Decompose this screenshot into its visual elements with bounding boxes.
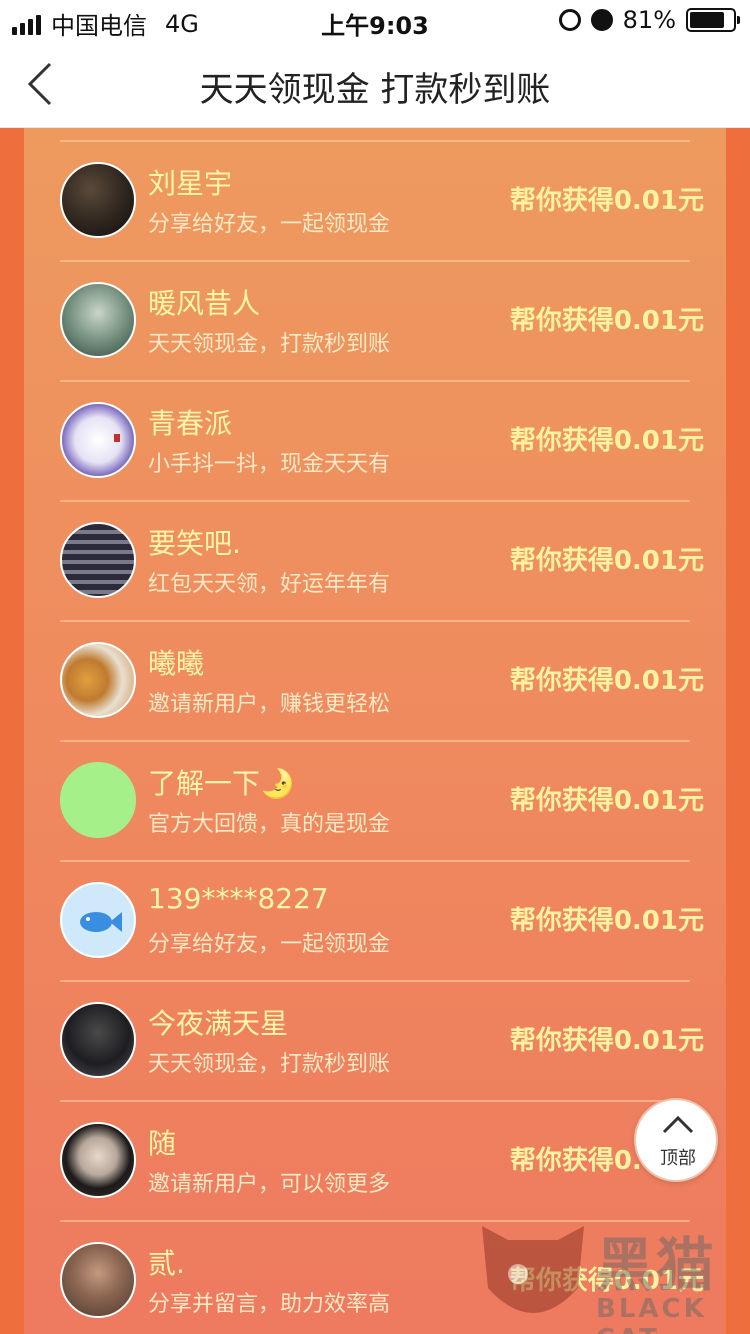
user-message: 分享并留言，助力效率高 [148, 1292, 391, 1317]
battery-percent: 81% [622, 6, 676, 34]
battery-icon [686, 8, 740, 32]
user-message: 小手抖一抖，现金天天有 [148, 452, 391, 477]
chevron-up-icon [662, 1115, 694, 1134]
user-message: 分享给好友，一起领现金 [148, 932, 391, 957]
watermark-cn: 黑猫 [596, 1231, 717, 1299]
reward-text: 帮你获得0.01元 [509, 426, 704, 456]
avatar [60, 402, 136, 478]
helper-list: 刘星宇 分享给好友，一起领现金 帮你获得0.01元 暖风昔人 天天领现金，打款秒… [24, 140, 726, 1334]
status-bar: 中国电信 4G 上午9:03 81% [0, 0, 750, 40]
helper-list-panel: 刘星宇 分享给好友，一起领现金 帮你获得0.01元 暖风昔人 天天领现金，打款秒… [24, 128, 726, 1334]
black-cat-logo-icon [482, 1226, 584, 1313]
page-title: 天天领现金 打款秒到账 [199, 70, 551, 110]
user-name: 今夜满天星 [148, 1007, 289, 1040]
watermark: 黑猫 BLACK CAT [478, 1218, 750, 1334]
user-message: 邀请新用户，可以领更多 [148, 1172, 391, 1197]
list-item: 曦曦 邀请新用户，赚钱更轻松 帮你获得0.01元 [60, 620, 704, 740]
avatar [60, 1242, 136, 1318]
avatar [60, 162, 136, 238]
user-name: 要笑吧. [148, 527, 241, 560]
user-message: 官方大回馈，真的是现金 [148, 812, 391, 837]
user-message: 天天领现金，打款秒到账 [148, 1052, 391, 1077]
seal-icon [114, 434, 120, 442]
user-message: 分享给好友，一起领现金 [148, 212, 391, 237]
list-item: 随 邀请新用户，可以领更多 帮你获得0.01元 [60, 1100, 704, 1220]
list-item: 今夜满天星 天天领现金，打款秒到账 帮你获得0.01元 [60, 980, 704, 1100]
user-message: 天天领现金，打款秒到账 [148, 332, 391, 357]
list-item: 了解一下🌛 官方大回馈，真的是现金 帮你获得0.01元 [60, 740, 704, 860]
avatar [60, 522, 136, 598]
list-item: 青春派 小手抖一抖，现金天天有 帮你获得0.01元 [60, 380, 704, 500]
avatar [60, 762, 136, 838]
list-item: 139****8227 分享给好友，一起领现金 帮你获得0.01元 [60, 860, 704, 980]
rotation-lock-icon [558, 9, 581, 31]
user-name: 随 [148, 1127, 177, 1160]
list-item: 暖风昔人 天天领现金，打款秒到账 帮你获得0.01元 [60, 260, 704, 380]
reward-text: 帮你获得0.01元 [509, 1026, 704, 1056]
fish-icon [80, 912, 122, 932]
list-item: 刘星宇 分享给好友，一起领现金 帮你获得0.01元 [60, 140, 704, 260]
reward-text: 帮你获得0.01元 [509, 786, 704, 816]
reward-text: 帮你获得0.01元 [509, 546, 704, 576]
reward-text: 帮你获得0.01元 [509, 306, 704, 336]
avatar [60, 1122, 136, 1198]
avatar [60, 282, 136, 358]
avatar [60, 642, 136, 718]
user-name: 暖风昔人 [148, 287, 261, 320]
status-right: 81% [558, 6, 740, 34]
avatar [60, 1002, 136, 1078]
reward-text: 帮你获得0.01元 [509, 906, 704, 936]
user-name: 139****8227 [148, 882, 329, 915]
user-name: 刘星宇 [148, 167, 233, 200]
back-to-top-button[interactable]: 顶部 [634, 1098, 718, 1182]
list-item: 要笑吧. 红包天天领，好运年年有 帮你获得0.01元 [60, 500, 704, 620]
user-name: 了解一下🌛 [148, 767, 295, 800]
alarm-icon [590, 9, 613, 31]
nav-bar: 天天领现金 打款秒到账 [0, 40, 750, 128]
user-message: 红包天天领，好运年年有 [148, 572, 391, 597]
avatar [60, 882, 136, 958]
user-name: 青春派 [148, 407, 233, 440]
user-name: 贰. [148, 1247, 185, 1280]
reward-text: 帮你获得0.01元 [509, 186, 704, 216]
user-message: 邀请新用户，赚钱更轻松 [148, 692, 391, 717]
back-to-top-label: 顶部 [660, 1148, 696, 1169]
reward-text: 帮你获得0.01元 [509, 666, 704, 696]
watermark-en: BLACK CAT [596, 1294, 707, 1334]
user-name: 曦曦 [148, 647, 205, 680]
